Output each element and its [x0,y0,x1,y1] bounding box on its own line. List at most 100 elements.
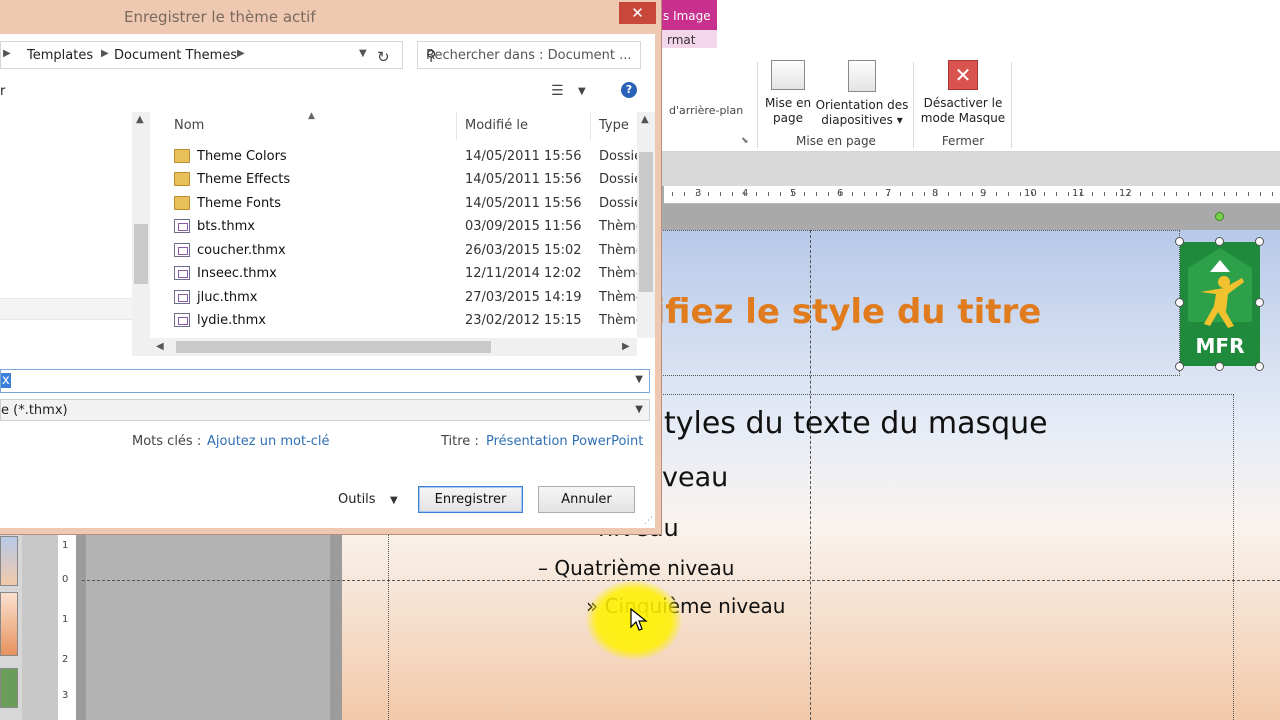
search-input[interactable]: Rechercher dans : Document ... ⚲ [417,41,641,69]
resize-handle[interactable] [1255,237,1264,246]
filename-value: x [1,373,11,388]
resize-handle[interactable] [1175,362,1184,371]
file-date: 12/11/2014 12:02 [465,266,582,281]
mouse-pointer-icon [630,608,648,631]
horizontal-ruler[interactable]: 3 4 5 6 7 8 9 10 11 12 [664,186,1280,204]
mfr-logo-image[interactable]: MFR [1180,242,1260,366]
column-divider[interactable] [590,112,591,140]
column-divider[interactable] [456,112,457,140]
list-scroll-thumb[interactable] [639,152,653,292]
file-row[interactable]: Theme Colors 14/05/2011 15:56 Dossie [150,145,642,168]
ruler-number: 12 [1119,188,1132,199]
scroll-up-icon[interactable]: ▲ [136,114,144,125]
ruler-number: 5 [790,188,797,199]
ruler-number: 3 [62,690,69,701]
ruler-tick [936,192,937,196]
slide-thumbnail[interactable] [0,668,18,708]
file-list[interactable]: ▲ Nom Modifié le Type Theme Colors 14/05… [150,112,655,356]
resize-grip-icon[interactable]: ⋰ [644,516,653,526]
vertical-ruler[interactable]: 1 0 1 2 3 [58,530,76,720]
ruler-tick [696,192,697,196]
help-icon[interactable]: ? [621,82,637,98]
address-bar[interactable]: ▶ Templates ▶ Document Themes ▶ ▼ ↻ [0,41,403,69]
slide-thumbnail[interactable] [0,536,18,586]
organize-button[interactable]: r [0,84,5,99]
column-header-name[interactable]: Nom [174,118,204,133]
file-row[interactable]: jluc.thmx 27/03/2015 14:19 Thème [150,286,644,309]
close-button[interactable]: ✕ [619,2,656,24]
nav-scroll-thumb[interactable] [134,224,148,284]
file-row[interactable]: Inseec.thmx 12/11/2014 12:02 Thème [150,262,644,285]
rotate-handle[interactable] [1215,212,1224,221]
navigation-pane[interactable] [0,112,132,356]
resize-handle[interactable] [1175,237,1184,246]
page-setup-button[interactable]: Mise en page [763,60,813,126]
list-vertical-scrollbar[interactable]: ▲ [637,112,655,338]
resize-handle[interactable] [1175,298,1184,307]
horizontal-scroll-thumb[interactable] [176,341,491,353]
file-name: bts.thmx [197,219,255,234]
slide-title-text[interactable]: lifiez le style du titre [642,292,1041,332]
dialog-launcher-icon[interactable]: ⬊ [741,136,749,146]
folder-icon [174,172,190,186]
breadcrumb-templates[interactable]: Templates [27,48,93,63]
dialog-titlebar[interactable]: Enregistrer le thème actif ✕ [0,0,662,34]
close-master-view-button[interactable]: ✕ Désactiver le mode Masque [919,60,1007,126]
list-horizontal-scrollbar[interactable]: ◀ ▶ [132,338,637,356]
orientation-label-1: Orientation des [815,98,909,112]
background-styles-label[interactable]: d'arrière-plan [669,104,743,117]
ruler-tick [708,192,709,196]
ruler-tick [972,192,973,196]
tab-format[interactable]: rmat [655,30,717,48]
scroll-right-icon[interactable]: ▶ [622,341,630,352]
chevron-down-icon[interactable]: ▼ [390,495,398,506]
dialog-toolbar: r ☰ ▼ ? [0,78,655,106]
chevron-down-icon[interactable]: ▼ [635,404,643,415]
file-row[interactable]: bts.thmx 03/09/2015 11:56 Thème [150,215,644,238]
nav-scrollbar[interactable]: ▲ ▼ [132,112,150,356]
chevron-down-icon[interactable]: ▼ [578,86,586,97]
ruler-tick [828,192,829,196]
tools-button[interactable]: Outils [338,492,376,507]
scroll-up-icon[interactable]: ▲ [641,114,649,125]
resize-handle[interactable] [1255,298,1264,307]
keywords-input[interactable]: Ajoutez un mot-clé [207,434,330,449]
view-options-icon[interactable]: ☰ [551,83,564,99]
column-header-type[interactable]: Type [599,118,629,133]
chevron-down-icon[interactable]: ▼ [635,374,643,385]
nav-selected-item[interactable] [0,298,132,320]
cancel-button[interactable]: Annuler [538,486,635,513]
orientation-label-2: diapositives ▾ [821,113,903,127]
breadcrumb-document-themes[interactable]: Document Themes [114,48,237,63]
file-row[interactable]: Theme Fonts 14/05/2011 15:56 Dossie [150,192,643,215]
tab-format-image[interactable]: s Image [655,0,717,30]
resize-handle[interactable] [1215,237,1224,246]
workspace-gap [655,204,1280,230]
file-type: Dossie [599,196,643,211]
refresh-icon[interactable]: ↻ [377,48,390,66]
file-row[interactable]: coucher.thmx 26/03/2015 15:02 Thème [150,239,644,262]
search-icon[interactable]: ⚲ [426,48,436,64]
chevron-down-icon[interactable]: ▼ [359,48,367,59]
body-level-2[interactable]: veau [662,462,728,493]
resize-handle[interactable] [1215,362,1224,371]
slide-thumbnail[interactable] [0,592,18,656]
column-header-date[interactable]: Modifié le [465,118,528,133]
ruler-number: 1 [62,614,69,625]
scroll-left-icon[interactable]: ◀ [156,341,164,352]
resize-handle[interactable] [1255,362,1264,371]
group-close-label: Fermer [941,134,985,148]
ruler-tick [1236,192,1237,196]
ruler-tick [1200,192,1201,196]
slide-orientation-button[interactable]: Orientation des diapositives ▾ [815,60,909,128]
save-button[interactable]: Enregistrer [418,486,523,513]
body-level-1[interactable]: tyles du texte du masque [664,406,1048,441]
file-row[interactable]: Theme Effects 14/05/2011 15:56 Dossie [150,168,642,191]
filetype-select[interactable]: e (*.thmx) ▼ [0,399,650,421]
file-row[interactable]: lydie.thmx 23/02/2012 15:15 Thème [150,309,644,332]
theme-file-icon [174,266,190,280]
filename-input[interactable]: x ▼ [0,369,650,393]
body-level-4[interactable]: – Quatrième niveau [538,556,734,580]
ruler-number: 11 [1072,188,1085,199]
title-input[interactable]: Présentation PowerPoint [486,434,643,449]
